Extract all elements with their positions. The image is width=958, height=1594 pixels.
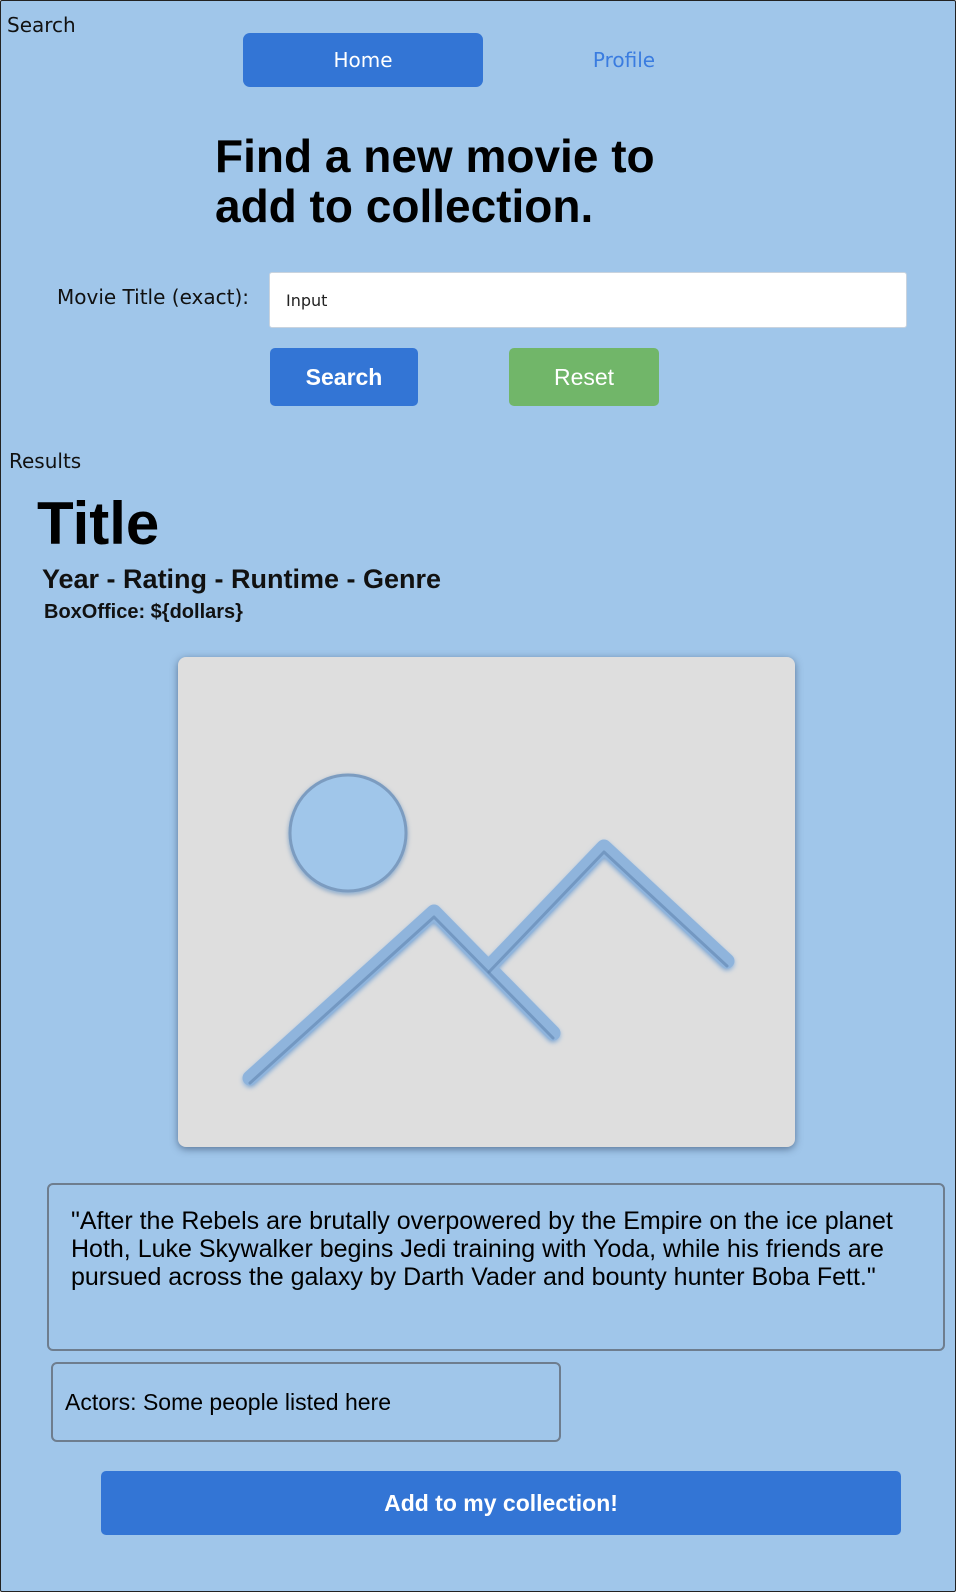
image-placeholder-icon	[242, 773, 735, 1086]
results-section-label: Results	[9, 449, 82, 473]
movie-title-label: Movie Title (exact):	[57, 285, 249, 309]
screen-label: Search	[7, 13, 76, 37]
movie-title: Title	[37, 490, 160, 557]
headline-line-1: Find a new movie to	[215, 130, 655, 182]
add-to-collection-button[interactable]: Add to my collection!	[101, 1471, 901, 1535]
actors-list: Actors: Some people listed here	[51, 1362, 561, 1442]
movie-poster	[178, 657, 795, 1147]
nav-profile-link[interactable]: Profile	[564, 33, 684, 87]
app-window: Search Home Profile Find a new movie to …	[0, 0, 956, 1592]
search-button[interactable]: Search	[270, 348, 418, 406]
reset-button[interactable]: Reset	[509, 348, 659, 406]
box-office: BoxOffice: ${dollars}	[44, 601, 243, 623]
movie-title-input[interactable]	[269, 272, 907, 328]
nav-home-button[interactable]: Home	[243, 33, 483, 87]
movie-meta: Year - Rating - Runtime - Genre	[42, 564, 442, 594]
headline-line-2: add to collection.	[215, 180, 594, 232]
plot-summary: "After the Rebels are brutally overpower…	[47, 1183, 945, 1351]
page-headline: Find a new movie to add to collection.	[215, 131, 775, 231]
